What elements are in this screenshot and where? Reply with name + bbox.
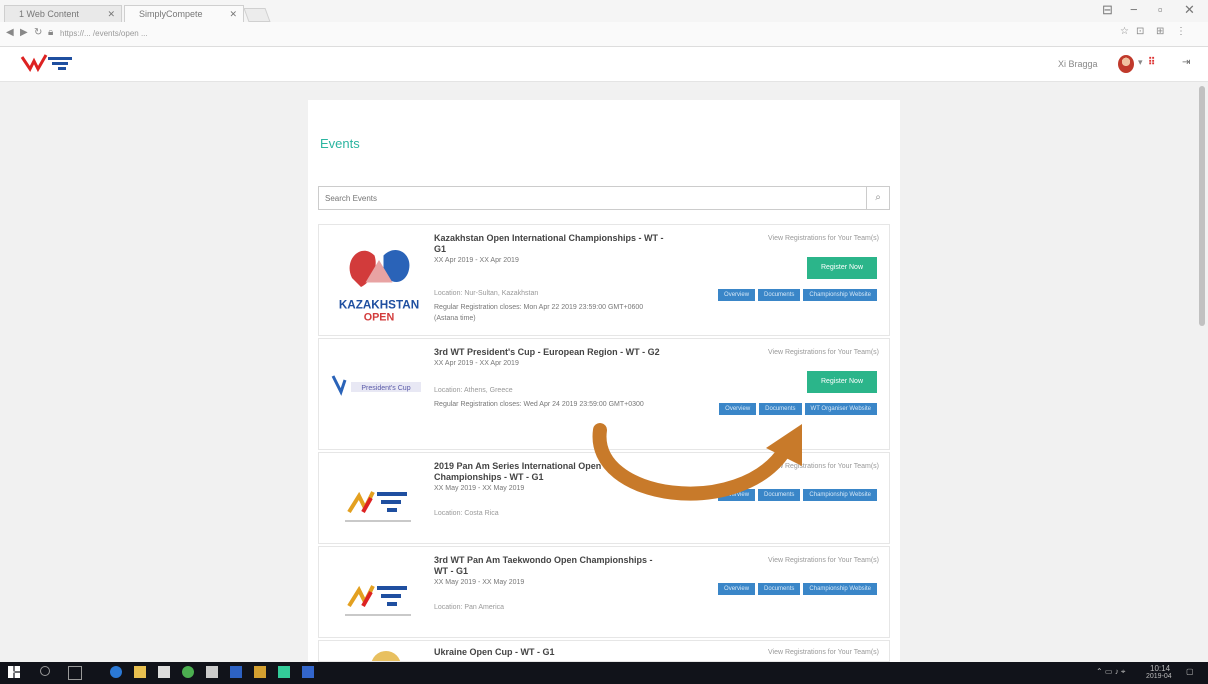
close-tab-icon[interactable]: ✕ <box>107 6 115 22</box>
close-tab-icon[interactable]: ✕ <box>229 6 237 22</box>
documents-button[interactable]: Documents <box>758 289 801 301</box>
word-icon[interactable] <box>230 666 242 678</box>
tray-time[interactable]: 10:14 <box>1150 664 1170 673</box>
wt-logo[interactable] <box>20 53 76 73</box>
logo-text-presidents-cup: President's Cup <box>361 385 410 392</box>
chevron-down-icon[interactable]: ▾ <box>1138 57 1143 68</box>
tab-label: 1 Web Content <box>19 9 79 19</box>
search-icon[interactable]: ⌕ <box>866 187 889 209</box>
edge-icon[interactable] <box>110 666 122 678</box>
register-now-button[interactable]: Register Now <box>807 371 877 393</box>
overview-button[interactable]: Overview <box>718 289 756 301</box>
forward-icon[interactable]: ▶ <box>20 27 28 38</box>
notification-flag-icon[interactable]: ⠿ <box>1148 57 1155 68</box>
search-box: ⌕ <box>318 186 890 210</box>
event-date: XX Apr 2019 - XX Apr 2019 <box>434 360 519 367</box>
events-panel: Events ⌕ KAZAKHSTAN OPEN Kazakhstan Open… <box>308 100 900 662</box>
bookmark-star-icon[interactable]: ☆ <box>1120 26 1129 37</box>
search-input[interactable] <box>319 187 859 209</box>
website-button[interactable]: Championship Website <box>803 583 877 595</box>
task-view-icon[interactable] <box>68 666 82 680</box>
event-logo-kazakhstan: KAZAKHSTAN OPEN <box>339 250 419 323</box>
tray-icons[interactable]: ⌃ ▭ ♪ ⌖ <box>1096 667 1125 677</box>
windows-start-icon[interactable] <box>8 666 20 678</box>
close-window-icon[interactable]: ✕ <box>1184 2 1195 18</box>
event-location: Location: Pan America <box>434 604 505 611</box>
store-icon[interactable] <box>158 666 170 678</box>
logo-text-open: OPEN <box>364 311 395 323</box>
annotation-arrow <box>592 423 802 501</box>
event-logo-wt <box>345 491 411 522</box>
event-card: KAZAKHSTAN OPEN Kazakhstan Open Internat… <box>318 224 890 336</box>
browser-tab-1[interactable]: 1 Web Content ✕ <box>4 5 122 22</box>
extension-icon[interactable]: ⊡ <box>1136 26 1144 37</box>
address-bar: ◀ ▶ ↻ 🔒︎ https://... /events/open ... ☆ … <box>0 22 1208 47</box>
event-name[interactable]: 3rd WT Pan Am Taekwondo Open Championshi… <box>434 555 664 577</box>
file-explorer-icon[interactable] <box>134 666 146 678</box>
registration-note: Regular Registration closes: Mon Apr 22 … <box>434 304 644 322</box>
cast-icon[interactable]: ⊞ <box>1156 26 1164 37</box>
back-icon[interactable]: ◀ <box>6 27 14 38</box>
app-icon[interactable] <box>206 666 218 678</box>
register-now-button[interactable]: Register Now <box>807 257 877 279</box>
logo-text-kazakhstan: KAZAKHSTAN <box>339 299 419 312</box>
avatar[interactable] <box>1118 55 1134 73</box>
notification-center-icon[interactable]: ▢ <box>1186 667 1194 676</box>
event-name[interactable]: 3rd WT President's Cup - European Region… <box>434 347 664 358</box>
os-taskbar: ⌃ ▭ ♪ ⌖ 10:14 2019-04 ▢ <box>0 662 1208 684</box>
view-registrations-link[interactable]: View Registrations for Your Team(s) <box>768 557 879 564</box>
overview-button[interactable]: Overview <box>718 583 756 595</box>
maximize-icon[interactable]: ▫ <box>1158 2 1163 17</box>
event-info: Kazakhstan Open International Championsh… <box>434 233 664 324</box>
event-info: 3rd WT Pan Am Taekwondo Open Championshi… <box>434 555 664 613</box>
browser-menu-icon[interactable]: ⋮ <box>1176 26 1186 37</box>
app-icon[interactable] <box>302 666 314 678</box>
app-icon[interactable] <box>254 666 266 678</box>
app-icon[interactable] <box>278 666 290 678</box>
registration-note: Regular Registration closes: Wed Apr 24 … <box>434 401 644 408</box>
event-name[interactable]: Kazakhstan Open International Championsh… <box>434 233 664 255</box>
minimize-icon[interactable]: − <box>1130 2 1138 17</box>
view-registrations-link[interactable]: View Registrations for Your Team(s) <box>768 235 879 242</box>
tray-date[interactable]: 2019-04 <box>1146 673 1172 680</box>
tab-label: SimplyCompete <box>139 9 203 19</box>
event-date: XX Apr 2019 - XX Apr 2019 <box>434 257 519 264</box>
event-name[interactable]: Ukraine Open Cup - WT - G1 <box>434 647 664 658</box>
event-location: Location: Nur-Sultan, Kazakhstan <box>434 290 539 297</box>
scrollbar-thumb[interactable] <box>1199 86 1205 326</box>
event-button-row: Overview Documents Championship Website <box>718 289 877 301</box>
event-location: Location: Athens, Greece <box>434 387 513 394</box>
site-header: Xi Bragga ▾ ⠿ ⇥ <box>0 47 1208 82</box>
new-tab-button[interactable] <box>243 8 271 22</box>
event-logo-ukraine <box>371 651 401 661</box>
event-card: 3rd WT Pan Am Taekwondo Open Championshi… <box>318 546 890 638</box>
event-info: 3rd WT President's Cup - European Region… <box>434 347 664 410</box>
secure-lock-icon: 🔒︎ <box>48 27 54 38</box>
user-name[interactable]: Xi Bragga <box>1058 59 1098 69</box>
search-taskbar-icon[interactable] <box>40 666 50 676</box>
chrome-icon[interactable] <box>182 666 194 678</box>
view-registrations-link[interactable]: View Registrations for Your Team(s) <box>768 649 879 656</box>
website-button[interactable]: Championship Website <box>803 289 877 301</box>
event-button-row: Overview Documents Championship Website <box>718 583 877 595</box>
browser-tab-2[interactable]: SimplyCompete ✕ <box>124 5 244 22</box>
page-title: Events <box>320 136 360 151</box>
url-field[interactable]: https://... /events/open ... <box>60 27 1090 41</box>
reload-icon[interactable]: ↻ <box>34 27 42 38</box>
event-info: Ukraine Open Cup - WT - G1 <box>434 647 664 658</box>
event-logo-wt <box>345 585 411 616</box>
window-menu-icon[interactable]: ⊟ <box>1102 2 1113 18</box>
event-date: XX May 2019 - XX May 2019 <box>434 579 525 586</box>
event-card: Ukraine Open Cup - WT - G1 View Registra… <box>318 640 890 662</box>
page-scrollbar[interactable] <box>1198 82 1206 662</box>
event-logo-presidents-cup: President's Cup <box>331 375 421 396</box>
signout-icon[interactable]: ⇥ <box>1182 57 1190 68</box>
browser-tab-bar: 1 Web Content ✕ SimplyCompete ✕ ⊟ − ▫ ✕ <box>0 0 1208 22</box>
documents-button[interactable]: Documents <box>758 583 801 595</box>
view-registrations-link[interactable]: View Registrations for Your Team(s) <box>768 349 879 356</box>
